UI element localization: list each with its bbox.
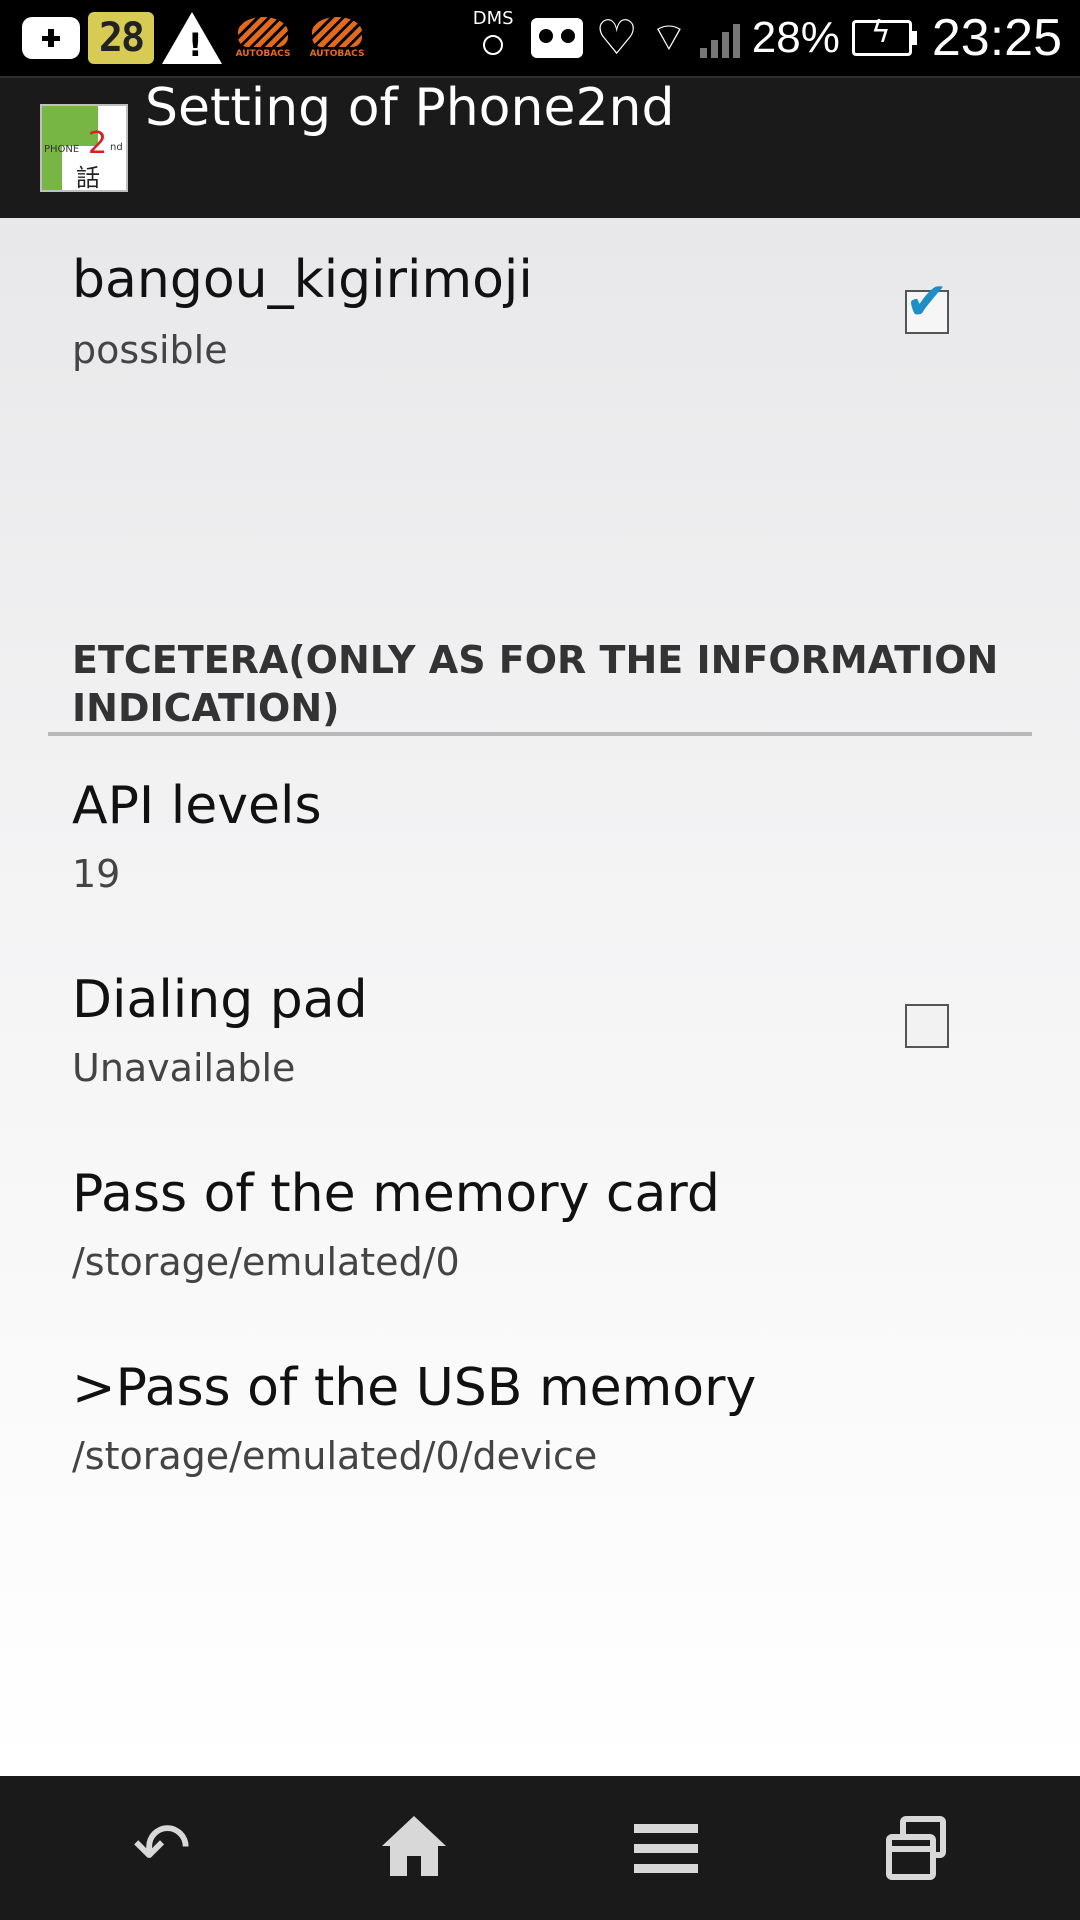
menu-icon [634,1823,698,1873]
calendar-icon: 28 [88,12,154,64]
recents-button[interactable] [868,1798,968,1898]
pref-summary: /storage/emulated/0 [72,1240,460,1284]
pref-api-levels[interactable]: API levels 19 [0,738,1080,928]
category-header: ETCETERA(ONLY AS FOR THE INFORMATION IND… [72,638,999,730]
plus-icon [22,17,80,59]
pref-summary: Unavailable [72,1046,296,1090]
back-icon: ↶ [132,1807,192,1889]
pref-dialing-pad[interactable]: Dialing pad Unavailable [0,932,1080,1122]
battery-charging-icon: ϟ [851,15,917,56]
bangou-checkbox[interactable]: ✔ [905,272,949,334]
voicemail-icon [531,18,584,58]
notification-icons: 28 ! AUTOBACS AUTOBACS [22,6,370,70]
dms-icon: DMS [467,8,519,68]
recents-icon [886,1816,950,1880]
home-button[interactable] [364,1798,464,1898]
checkmark-icon: ✔ [905,272,949,332]
navigation-bar: ↶ [0,1776,1080,1920]
pref-title: bangou_kigirimoji [72,250,533,310]
pref-usb-memory[interactable]: >Pass of the USB memory /storage/emulate… [0,1320,1080,1510]
status-bar: 28 ! AUTOBACS AUTOBACS DMS ♡ ⌔ 28% ϟ 23:… [0,0,1080,76]
pref-summary: possible [72,328,228,372]
preferences-list: bangou_kigirimoji possible ✔ ETCETERA(ON… [0,218,1080,1776]
warning-icon: ! [162,12,222,64]
pref-title: Pass of the memory card [72,1164,720,1224]
home-icon [382,1816,446,1880]
system-icons: DMS ♡ ⌔ 28% ϟ 23:25 [467,0,1062,76]
pref-summary: 19 [72,852,121,896]
pref-bangou-kigirimoji[interactable]: bangou_kigirimoji possible ✔ [0,218,1080,408]
app-logo-icon[interactable]: PHONE 2 nd 話 [40,104,128,192]
pref-title: API levels [72,776,322,836]
dialing-pad-checkbox[interactable] [905,1004,949,1048]
action-bar: PHONE 2 nd 話 Setting of Phone2nd [0,76,1080,220]
pref-summary: /storage/emulated/0/device [72,1434,598,1478]
clock: 23:25 [931,9,1062,67]
category-divider [48,732,1032,736]
battery-percent: 28% [751,13,840,62]
wifi-icon: ⌔ [650,15,688,61]
autobacs-icon: AUTOBACS [230,9,296,67]
signal-icon [699,18,740,58]
page-title: Setting of Phone2nd [145,78,675,138]
heart-icon: ♡ [595,10,639,66]
pref-title: Dialing pad [72,970,368,1030]
autobacs-icon: AUTOBACS [304,9,370,67]
pref-memory-card[interactable]: Pass of the memory card /storage/emulate… [0,1126,1080,1316]
back-button[interactable]: ↶ [112,1798,212,1898]
pref-title: >Pass of the USB memory [72,1358,757,1418]
menu-button[interactable] [616,1798,716,1898]
